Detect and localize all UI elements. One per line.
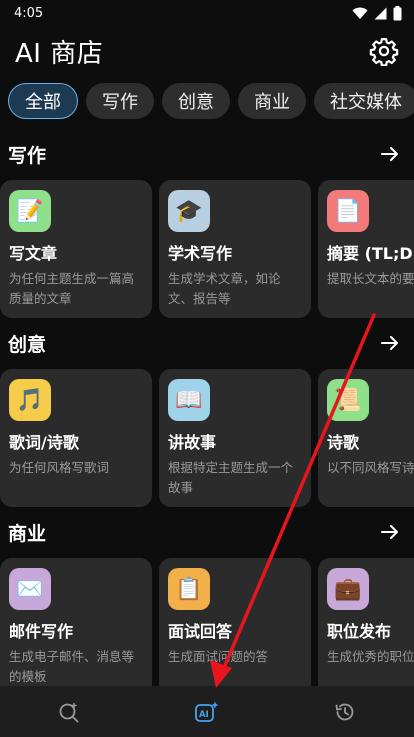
ai-label: AI (199, 710, 209, 720)
card-desc: 为任何风格写歌词 (9, 460, 110, 475)
category-chips: 全部 写作 创意 商业 社交媒体 (8, 83, 414, 119)
status-bar: 4:05 (0, 0, 414, 26)
chip-all[interactable]: 全部 (8, 83, 78, 119)
status-time: 4:05 (14, 5, 44, 21)
cards-creative: 🎵 歌词/诗歌 为任何风格写歌词 📖 讲故事 根据特定主题生成一个故事 📜 诗歌… (0, 369, 414, 507)
bottom-nav: AI (0, 686, 414, 737)
card-title: 面试回答 (168, 622, 233, 641)
battery-icon (393, 5, 402, 20)
card-job-posting[interactable]: 💼 职位发布 生成优秀的职位 (318, 558, 414, 686)
scroll-icon: 📜 (334, 387, 362, 413)
card-write-article[interactable]: 📝 写文章 为任何主题生成一篇高质量的文章 (0, 180, 152, 318)
card-title: 学术写作 (168, 244, 233, 263)
see-more-business-button[interactable] (376, 518, 404, 546)
card-lyrics[interactable]: 🎵 歌词/诗歌 为任何风格写歌词 (0, 369, 152, 507)
section-creative: 创意 (0, 328, 414, 358)
card-icon-scroll: 📜 (327, 379, 369, 421)
section-business: 商业 (0, 517, 414, 547)
card-icon-document: 📄 (327, 190, 369, 232)
card-summary[interactable]: 📄 摘要 (TL;DR 提取长文本的要 (318, 180, 414, 318)
section-header: 商业 (0, 517, 414, 547)
section-title: 写作 (8, 144, 47, 167)
ai-sparkle-icon: AI (195, 701, 219, 722)
section-header: 写作 (0, 139, 414, 169)
music-note-icon: 🎵 (16, 387, 44, 413)
gear-icon (369, 38, 399, 66)
arrow-right-icon (381, 147, 398, 161)
document-icon: 📄 (334, 198, 362, 224)
card-title: 邮件写作 (9, 622, 74, 641)
card-desc: 生成电子邮件、消息等的模板 (9, 649, 135, 684)
card-icon-briefcase: 💼 (327, 568, 369, 610)
card-email-writing[interactable]: ✉️ 邮件写作 生成电子邮件、消息等的模板 (0, 558, 152, 686)
cards-writing: 📝 写文章 为任何主题生成一篇高质量的文章 🎓 学术写作 生成学术文章，如论文、… (0, 180, 414, 318)
card-icon-music: 🎵 (9, 379, 51, 421)
card-title: 职位发布 (327, 622, 392, 641)
briefcase-icon: 💼 (334, 576, 362, 602)
settings-button[interactable] (366, 33, 402, 69)
chip-social-media[interactable]: 社交媒体 (314, 83, 414, 119)
nav-history[interactable] (315, 692, 375, 732)
card-title: 歌词/诗歌 (9, 433, 79, 452)
card-icon-envelope: ✉️ (9, 568, 51, 610)
card-storytelling[interactable]: 📖 讲故事 根据特定主题生成一个故事 (159, 369, 311, 507)
card-icon-book: 📖 (168, 379, 210, 421)
book-icon: 📖 (175, 387, 203, 413)
section-title: 创意 (8, 333, 47, 356)
memo-icon: 📝 (16, 198, 44, 224)
nav-explore[interactable] (39, 692, 99, 732)
nav-ai-store[interactable]: AI (177, 692, 237, 732)
see-more-creative-button[interactable] (376, 329, 404, 357)
card-desc: 以不同风格写诗 (327, 460, 414, 475)
envelope-icon: ✉️ (16, 576, 44, 602)
history-icon (335, 703, 354, 720)
arrow-right-icon (381, 336, 398, 350)
status-icons (352, 5, 402, 21)
card-desc: 生成学术文章，如论文、报告等 (168, 271, 281, 306)
graduation-cap-icon: 🎓 (175, 198, 203, 224)
card-desc: 根据特定主题生成一个故事 (168, 460, 294, 495)
chip-writing[interactable]: 写作 (86, 83, 154, 119)
card-poetry[interactable]: 📜 诗歌 以不同风格写诗 (318, 369, 414, 507)
card-interview-answers[interactable]: 📋 面试回答 生成面试问题的答 (159, 558, 311, 686)
card-academic-writing[interactable]: 🎓 学术写作 生成学术文章，如论文、报告等 (159, 180, 311, 318)
card-title: 诗歌 (327, 433, 360, 452)
section-title: 商业 (8, 522, 47, 545)
section-header: 创意 (0, 328, 414, 358)
card-desc: 提取长文本的要 (327, 271, 414, 286)
section-writing: 写作 (0, 139, 414, 169)
card-desc: 生成优秀的职位 (327, 649, 414, 664)
chip-creative[interactable]: 创意 (162, 83, 230, 119)
card-desc: 为任何主题生成一篇高质量的文章 (9, 271, 135, 306)
arrow-right-icon (381, 525, 398, 539)
clipboard-icon: 📋 (175, 576, 203, 602)
page-title: AI 商店 (15, 38, 104, 69)
wifi-icon (352, 7, 368, 19)
see-more-writing-button[interactable] (376, 140, 404, 168)
card-title: 摘要 (TL;DR (327, 244, 414, 263)
card-title: 讲故事 (168, 433, 217, 452)
cards-business: ✉️ 邮件写作 生成电子邮件、消息等的模板 📋 面试回答 生成面试问题的答 💼 … (0, 558, 414, 686)
cellular-icon (374, 7, 387, 19)
card-title: 写文章 (9, 244, 58, 263)
card-icon-memo: 📝 (9, 190, 51, 232)
card-desc: 生成面试问题的答 (168, 649, 269, 664)
card-icon-clipboard: 📋 (168, 568, 210, 610)
header: AI 商店 (0, 26, 414, 76)
search-sparkle-icon (59, 702, 79, 722)
chip-business[interactable]: 商业 (238, 83, 306, 119)
card-icon-cap: 🎓 (168, 190, 210, 232)
